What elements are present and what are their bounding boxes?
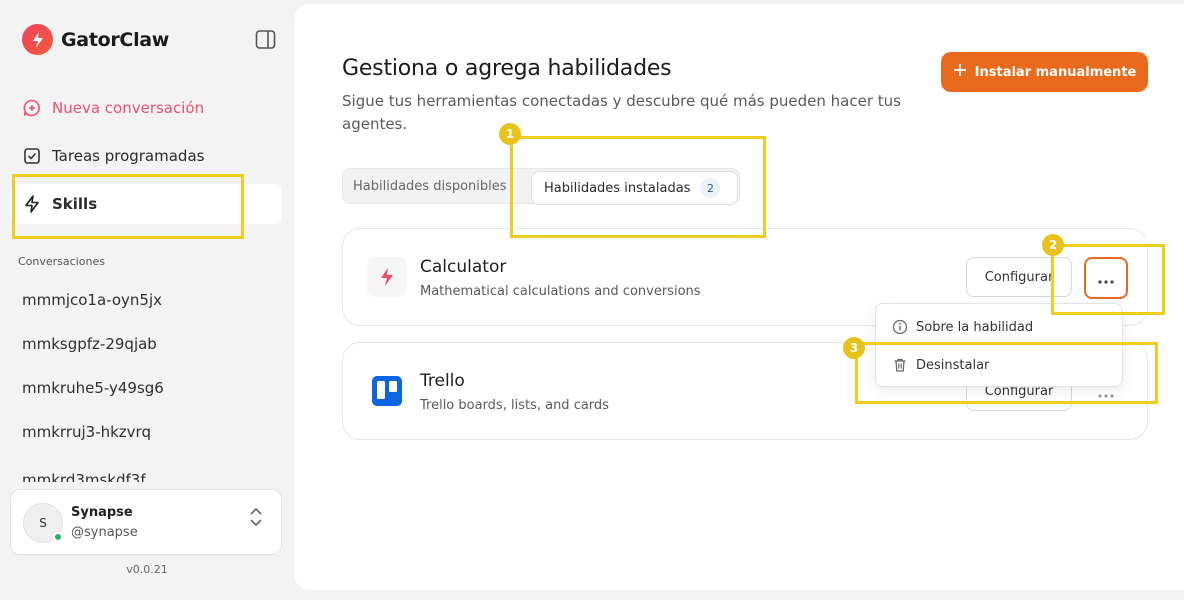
app-version: v0.0.21 bbox=[126, 563, 168, 576]
chevron-up-down-icon bbox=[247, 504, 265, 530]
installed-count-badge: 2 bbox=[700, 178, 721, 198]
new-conversation-button[interactable]: Nueva conversación bbox=[10, 88, 282, 128]
user-handle: @synapse bbox=[71, 525, 138, 540]
scheduled-tasks-label: Tareas programadas bbox=[52, 147, 205, 165]
main-panel: Gestiona o agrega habilidades Sigue tus … bbox=[294, 4, 1184, 590]
sidebar-item-scheduled-tasks[interactable]: Tareas programadas bbox=[10, 136, 282, 176]
menu-item-label: Sobre la habilidad bbox=[916, 319, 1034, 335]
bolt-logo-icon bbox=[22, 24, 53, 55]
tab-installed-label: Habilidades instaladas bbox=[544, 180, 691, 196]
page-title: Gestiona o agrega habilidades bbox=[342, 56, 672, 81]
info-icon bbox=[892, 319, 908, 335]
tab-available-skills[interactable]: Habilidades disponibles bbox=[353, 169, 507, 203]
conversation-item[interactable]: mmkrruj3-hkzvrq bbox=[10, 414, 282, 450]
skills-label: Skills bbox=[52, 195, 98, 213]
trello-logo-icon bbox=[367, 371, 407, 411]
more-horizontal-icon bbox=[1098, 269, 1114, 288]
conversation-item[interactable]: mmksgpfz-29qjab bbox=[10, 326, 282, 362]
chat-plus-icon bbox=[22, 98, 42, 118]
lightning-icon bbox=[367, 257, 407, 297]
skill-options-menu: Sobre la habilidad Desinstalar bbox=[875, 303, 1123, 387]
conversation-item[interactable]: mmkruhe5-y49sg6 bbox=[10, 370, 282, 406]
menu-item-about-skill[interactable]: Sobre la habilidad bbox=[876, 308, 1124, 346]
more-options-button[interactable] bbox=[1084, 257, 1128, 299]
install-manually-button[interactable]: Instalar manualmente bbox=[941, 52, 1148, 92]
brand-name: GatorClaw bbox=[61, 28, 170, 51]
annotation-number-badge: 1 bbox=[499, 123, 521, 145]
online-status-indicator bbox=[53, 532, 63, 542]
sidebar-item-skills[interactable]: Skills bbox=[10, 184, 282, 224]
skill-name: Trello bbox=[420, 371, 465, 391]
conversation-item[interactable]: mmkrd3mskdf3f bbox=[10, 462, 282, 482]
new-conversation-label: Nueva conversación bbox=[52, 99, 205, 117]
skill-description: Trello boards, lists, and cards bbox=[420, 398, 609, 413]
conversations-section-label: Conversaciones bbox=[18, 255, 105, 268]
conversation-list-overflow: mmkrd3mskdf3f bbox=[0, 460, 294, 482]
annotation-number-badge: 3 bbox=[843, 337, 865, 359]
lightning-icon bbox=[22, 194, 42, 214]
conversation-item[interactable]: mmmjco1a-oyn5jx bbox=[10, 282, 282, 318]
skills-tabs: Habilidades disponibles Habilidades inst… bbox=[342, 168, 740, 205]
skill-description: Mathematical calculations and conversion… bbox=[420, 284, 701, 299]
annotation-number-badge: 2 bbox=[1042, 234, 1064, 256]
sidebar-toggle-icon[interactable] bbox=[255, 29, 276, 50]
configure-button[interactable]: Configurar bbox=[966, 257, 1072, 297]
menu-item-label: Desinstalar bbox=[916, 357, 990, 373]
tab-installed-skills[interactable]: Habilidades instaladas 2 bbox=[531, 171, 738, 205]
brand[interactable]: GatorClaw bbox=[22, 24, 169, 55]
user-account-switcher[interactable]: S Synapse @synapse bbox=[10, 489, 282, 555]
install-manually-label: Instalar manualmente bbox=[974, 64, 1137, 80]
sidebar: GatorClaw Nueva conversación Tareas prog… bbox=[0, 0, 294, 600]
user-name: Synapse bbox=[71, 505, 133, 520]
menu-item-uninstall[interactable]: Desinstalar bbox=[876, 346, 1124, 384]
plus-icon bbox=[953, 63, 967, 81]
page-subtitle: Sigue tus herramientas conectadas y desc… bbox=[342, 92, 901, 133]
checkbox-icon bbox=[22, 146, 42, 166]
trash-icon bbox=[892, 357, 908, 373]
skill-name: Calculator bbox=[420, 257, 507, 277]
